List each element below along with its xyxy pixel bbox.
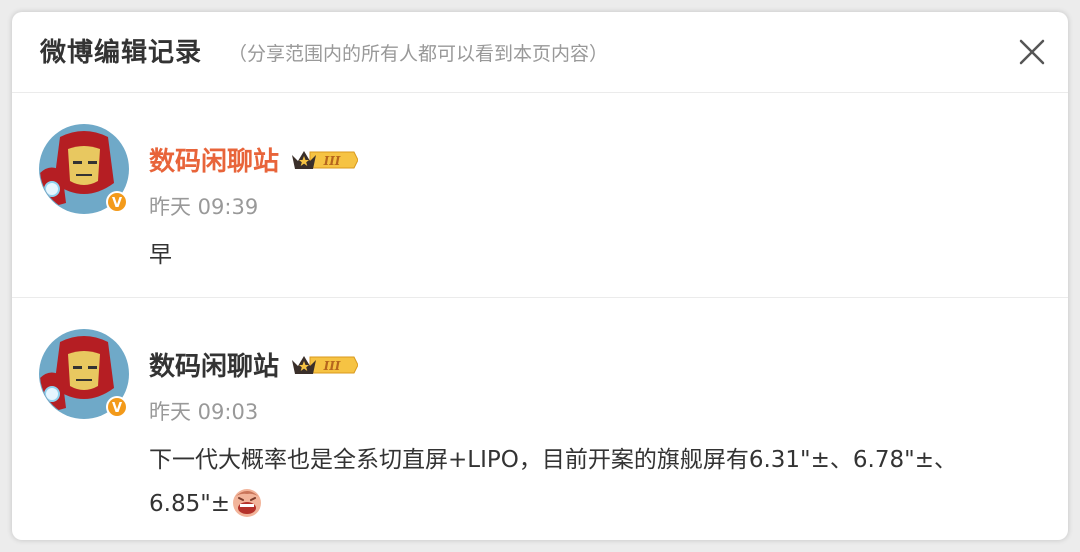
dialog-title: 微博编辑记录 xyxy=(40,38,203,68)
close-icon[interactable] xyxy=(1014,34,1050,70)
post-content: 下一代大概率也是全系切直屏+LIPO，目前开案的旗舰屏有6.31"±、6.78"… xyxy=(149,438,1029,526)
vip-crown-badge-icon[interactable]: III xyxy=(290,146,359,174)
laughing-emoji-icon xyxy=(233,489,262,517)
post-time: 昨天 09:39 xyxy=(149,195,259,219)
svg-text:V: V xyxy=(112,196,122,211)
author-row: 数码闲聊站 III xyxy=(149,346,359,382)
edit-record-item: V 数码闲聊站 III 昨天 09:03 下一代大概率也是全系切直屏+LIPO，… xyxy=(12,298,1068,540)
svg-text:III: III xyxy=(323,359,341,373)
vip-crown-badge-icon[interactable]: III xyxy=(290,351,359,379)
author-row: 数码闲聊站 III xyxy=(149,141,359,177)
author-name[interactable]: 数码闲聊站 xyxy=(149,352,279,382)
edit-record-item: V 数码闲聊站 III 昨天 09:39 早 xyxy=(12,93,1068,298)
avatar[interactable]: V xyxy=(38,123,130,215)
svg-text:V: V xyxy=(112,401,122,416)
author-name[interactable]: 数码闲聊站 xyxy=(149,147,279,177)
post-time: 昨天 09:03 xyxy=(149,400,259,424)
avatar[interactable]: V xyxy=(38,328,130,420)
edit-history-dialog: 微博编辑记录 （分享范围内的所有人都可以看到本页内容） V 数码闲聊站 III … xyxy=(12,12,1068,540)
dialog-header: 微博编辑记录 （分享范围内的所有人都可以看到本页内容） xyxy=(12,12,1068,93)
dialog-subtitle: （分享范围内的所有人都可以看到本页内容） xyxy=(228,43,609,65)
svg-text:III: III xyxy=(323,154,341,168)
post-content-text: 下一代大概率也是全系切直屏+LIPO，目前开案的旗舰屏有6.31"±、6.78"… xyxy=(149,447,957,517)
post-content: 早 xyxy=(149,242,172,268)
